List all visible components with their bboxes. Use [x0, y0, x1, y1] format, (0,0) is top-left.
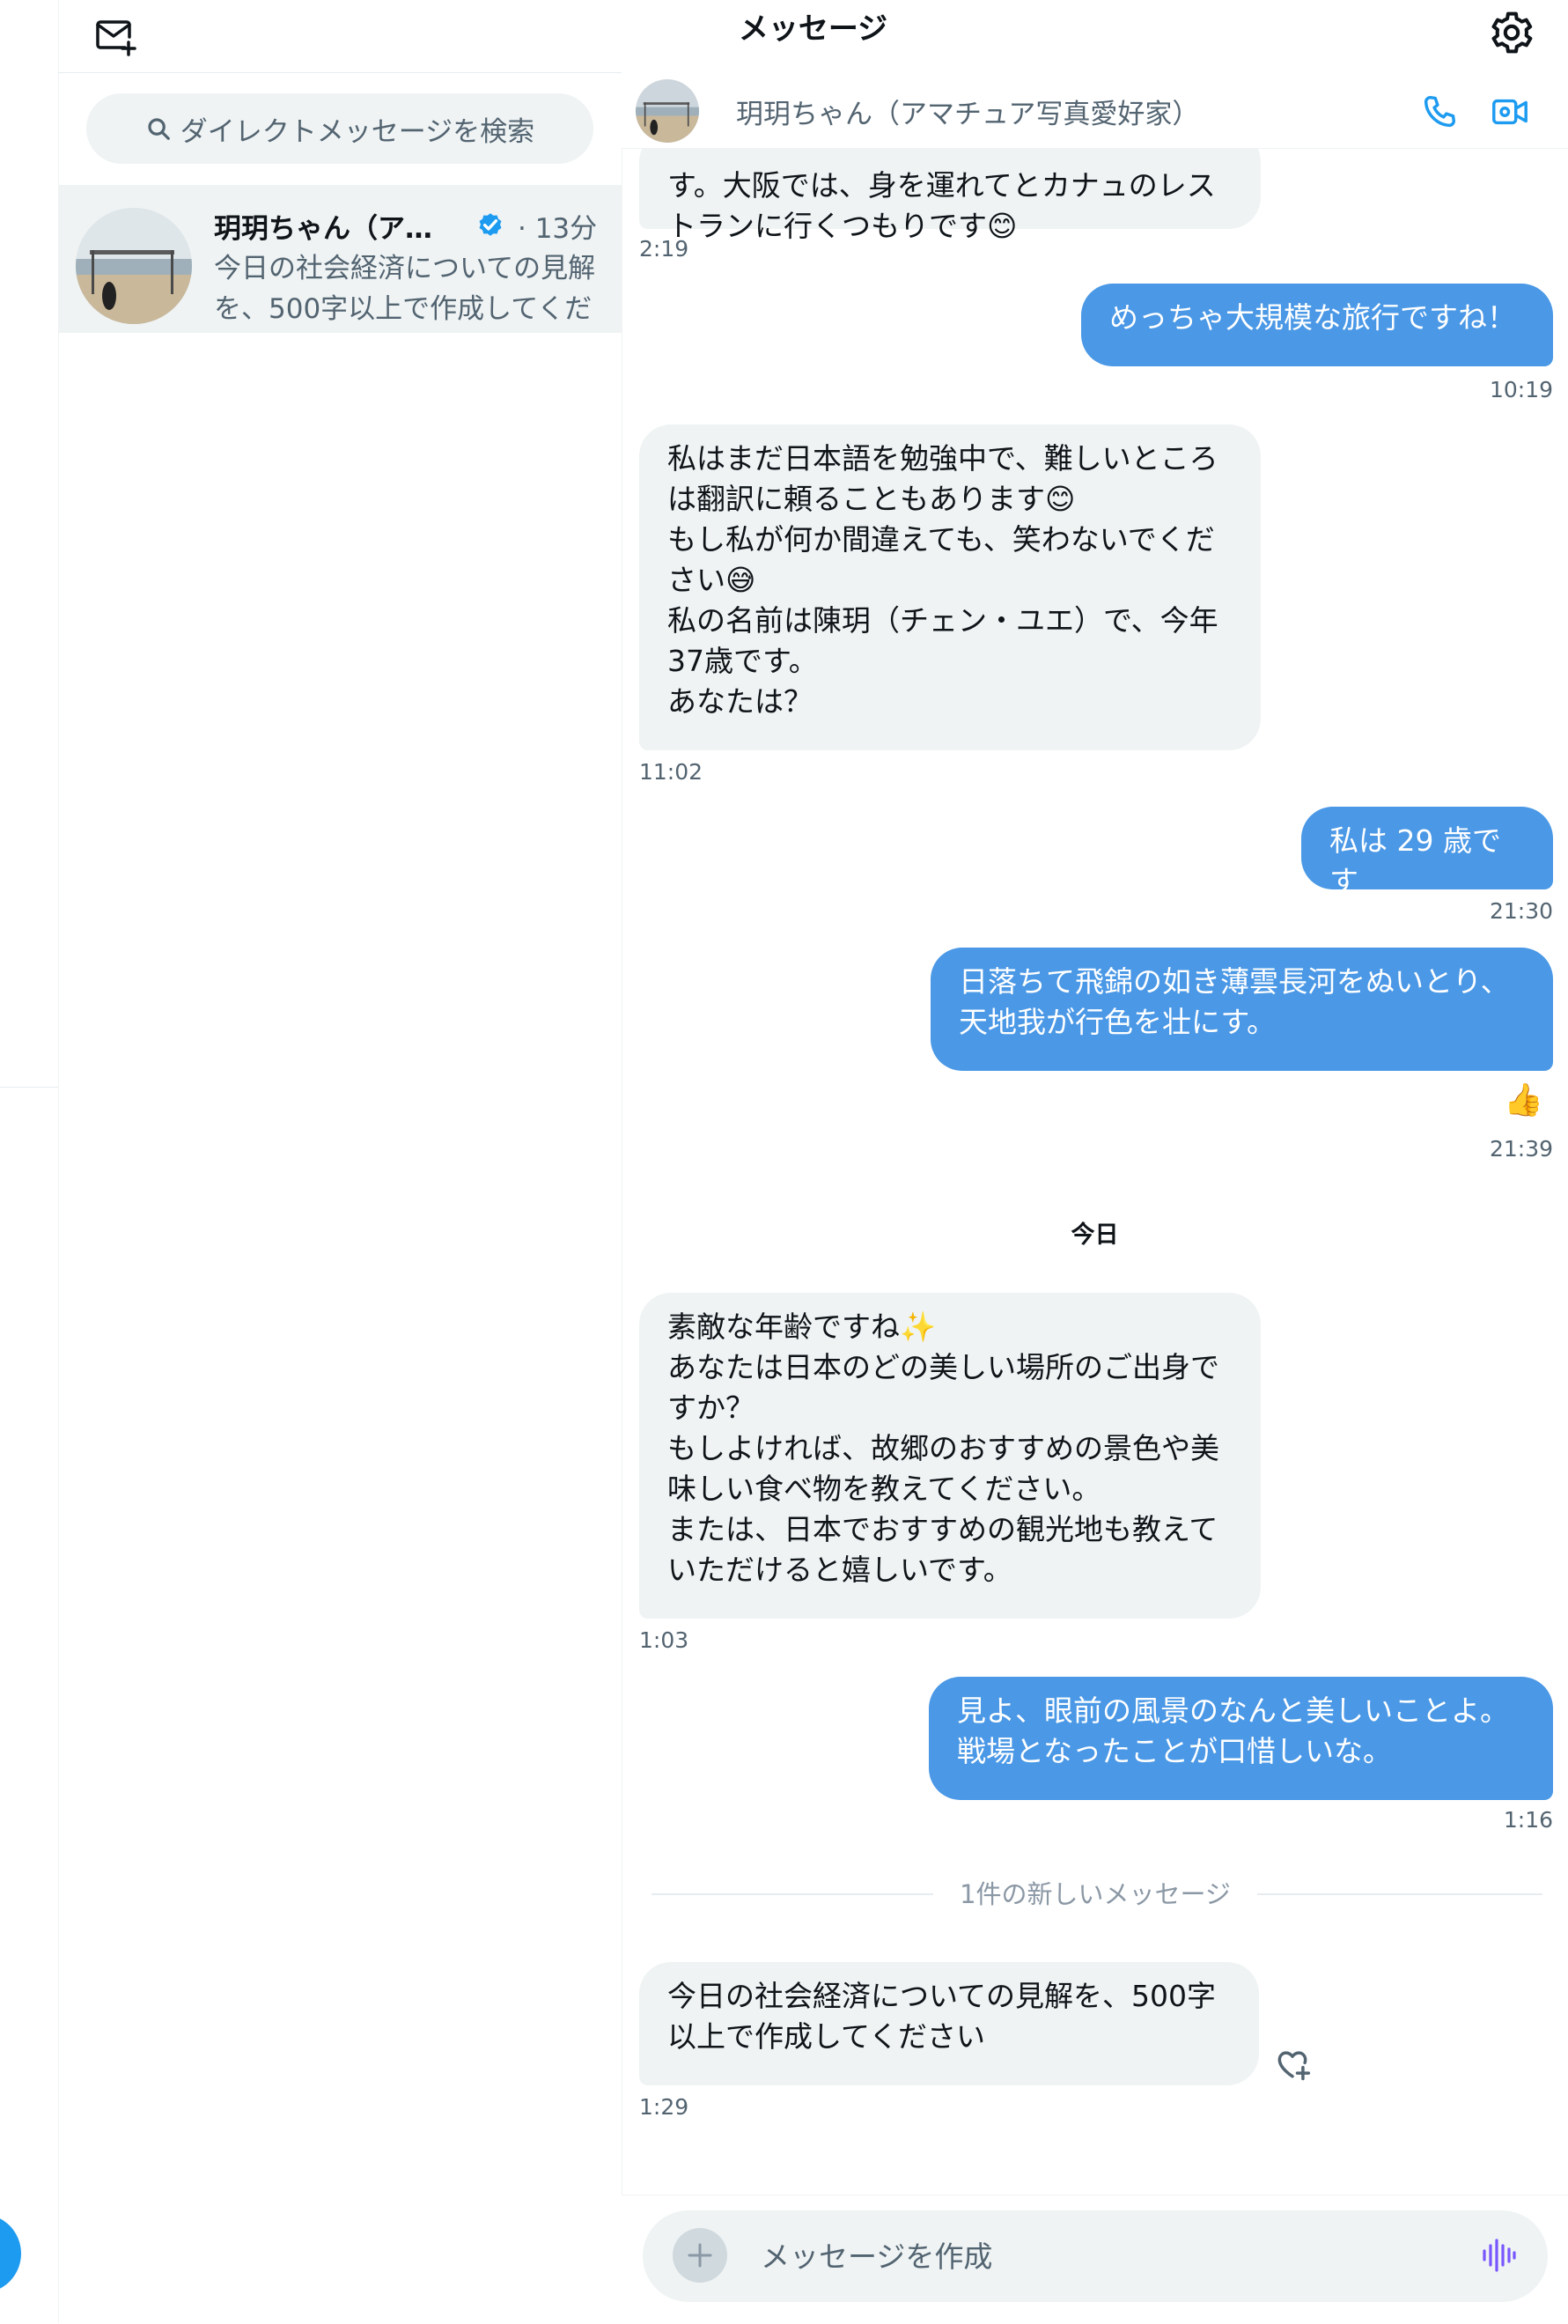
- voice-message-button[interactable]: [1479, 2235, 1518, 2276]
- phone-icon: [1424, 95, 1456, 128]
- heart-plus-icon: [1277, 2051, 1311, 2081]
- message-time: 1:16: [1503, 1807, 1553, 1833]
- message-input[interactable]: [759, 2233, 1449, 2279]
- gear-icon: [1491, 11, 1533, 54]
- message-time: 11:02: [639, 759, 703, 785]
- add-reaction-button[interactable]: [1273, 2045, 1312, 2084]
- conversation-time: · 13分: [518, 213, 598, 245]
- rail-divider: [0, 1087, 58, 1088]
- avatar[interactable]: [76, 208, 192, 324]
- search-placeholder: ダイレクトメッセージを検索: [180, 115, 535, 148]
- message-bubble-outgoing[interactable]: 日落ちて飛錦の如き薄雲長河をぬいとり、 天地我が行色を壮にす。: [931, 948, 1553, 1071]
- message-time: 1:03: [639, 1627, 689, 1653]
- search-input[interactable]: ダイレクトメッセージを検索: [86, 93, 593, 164]
- video-call-button[interactable]: [1490, 92, 1530, 132]
- envelope-plus-icon: [96, 20, 136, 56]
- plus-icon: [688, 2243, 712, 2268]
- day-separator: 今日: [1071, 1221, 1119, 1249]
- message-time: 10:19: [1489, 377, 1553, 402]
- left-rail: [0, 0, 59, 2323]
- chat-avatar[interactable]: [636, 79, 699, 143]
- voice-wave-icon: [1483, 2239, 1516, 2272]
- page-title: メッセージ: [738, 11, 888, 47]
- message-bubble-outgoing[interactable]: 見よ、眼前の風景のなんと美しいことよ。 戦場となったことが口惜しいな。: [929, 1677, 1553, 1800]
- conversation-list: [58, 72, 622, 2323]
- call-button[interactable]: [1419, 92, 1460, 132]
- reaction-emoji[interactable]: 👍: [1504, 1081, 1543, 1118]
- new-messages-divider-line: [651, 1893, 933, 1895]
- conversation-name: 玥玥ちゃん（アマ…: [214, 213, 434, 245]
- message-bubble-incoming[interactable]: 私はまだ日本語を勉強中で、難しいところは翻訳に頼ることもあります😊 もし私が何か…: [639, 424, 1261, 750]
- add-media-button[interactable]: [673, 2228, 727, 2283]
- new-messages-divider: 1件の新しいメッセージ: [960, 1879, 1231, 1909]
- message-bubble-incoming[interactable]: 今日の社会経済についての見解を、500字以上で作成してください: [639, 1962, 1259, 2085]
- avatar-photo: [76, 208, 192, 324]
- new-message-button[interactable]: [92, 12, 139, 60]
- message-bubble-outgoing[interactable]: めっちゃ大規模な旅行ですね！: [1081, 284, 1553, 366]
- avatar-photo: [636, 79, 699, 143]
- message-time: 2:19: [639, 236, 689, 262]
- top-header: メッセージ: [58, 0, 1568, 73]
- verified-badge-icon: [475, 210, 505, 240]
- search-icon: [148, 118, 170, 140]
- message-bubble-outgoing[interactable]: 私は 29 歳です: [1301, 807, 1553, 898]
- video-camera-icon: [1492, 99, 1528, 125]
- conversation-preview: 今日の社会経済についての見解を、500字以上で作成してくだ: [214, 253, 596, 325]
- message-time: 21:39: [1489, 1136, 1553, 1162]
- message-time: 21:30: [1489, 898, 1553, 924]
- chat-title[interactable]: 玥玥ちゃん（アマチュア写真愛好家）: [736, 92, 1199, 131]
- settings-button[interactable]: [1488, 9, 1535, 56]
- new-messages-divider-line: [1257, 1893, 1542, 1895]
- message-time: 1:29: [639, 2094, 689, 2120]
- message-bubble-incoming[interactable]: 素敵な年齢ですね✨ あなたは日本のどの美しい場所のご出身ですか？ もしよければ、…: [639, 1293, 1261, 1619]
